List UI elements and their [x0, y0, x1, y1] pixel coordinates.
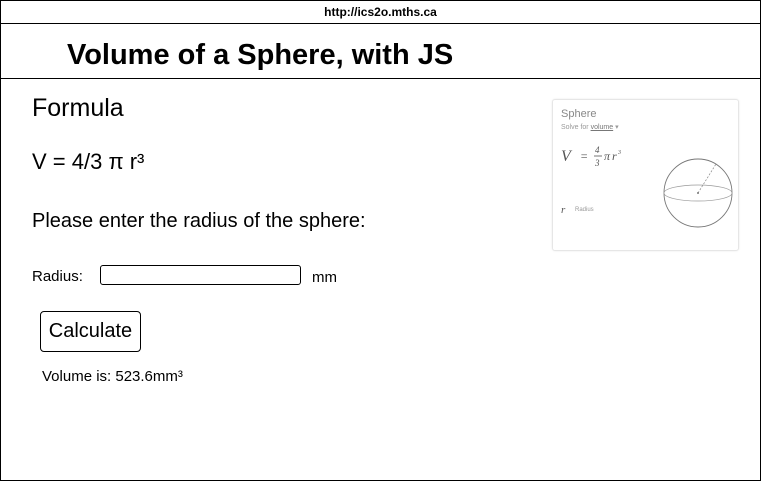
sphere-diagram-icon — [663, 158, 733, 228]
radius-input[interactable] — [100, 265, 301, 285]
svg-text:V: V — [561, 148, 573, 165]
card-formula-graphic: V = 4 3 π r 3 — [561, 145, 621, 168]
radius-unit-label: mm — [312, 269, 337, 286]
svg-text:π: π — [604, 149, 611, 163]
svg-text:4: 4 — [595, 145, 600, 155]
card-title: Sphere — [561, 108, 597, 120]
url-text: http://ics2o.mths.ca — [324, 5, 437, 19]
calculate-button[interactable]: Calculate — [40, 311, 141, 352]
svg-text:3: 3 — [617, 150, 621, 156]
browser-window: http://ics2o.mths.ca Volume of a Sphere,… — [0, 0, 761, 481]
page-title: Volume of a Sphere, with JS — [67, 39, 454, 71]
sphere-reference-card: Sphere Solve for volume ▾ V = 4 3 π r 3 … — [552, 99, 739, 251]
radius-label: Radius: — [32, 268, 83, 285]
instruction-text: Please enter the radius of the sphere: — [32, 210, 366, 232]
svg-text:r: r — [612, 149, 617, 163]
page-header: Volume of a Sphere, with JS — [1, 24, 760, 79]
formula-text: V = 4/3 π r³ — [32, 149, 145, 174]
dropdown-caret-icon: ▾ — [613, 124, 619, 131]
card-variable-label: Radius — [575, 207, 594, 213]
card-subtitle: Solve for volume ▾ — [561, 123, 619, 132]
card-subtitle-prefix: Solve for — [561, 124, 591, 131]
address-bar[interactable]: http://ics2o.mths.ca — [1, 1, 760, 24]
card-variable: r — [561, 204, 566, 216]
solve-for-dropdown[interactable]: volume — [591, 124, 614, 131]
svg-text:=: = — [580, 149, 588, 163]
volume-result: Volume is: 523.6mm³ — [42, 368, 183, 385]
formula-heading: Formula — [32, 94, 124, 122]
svg-text:3: 3 — [594, 158, 600, 168]
